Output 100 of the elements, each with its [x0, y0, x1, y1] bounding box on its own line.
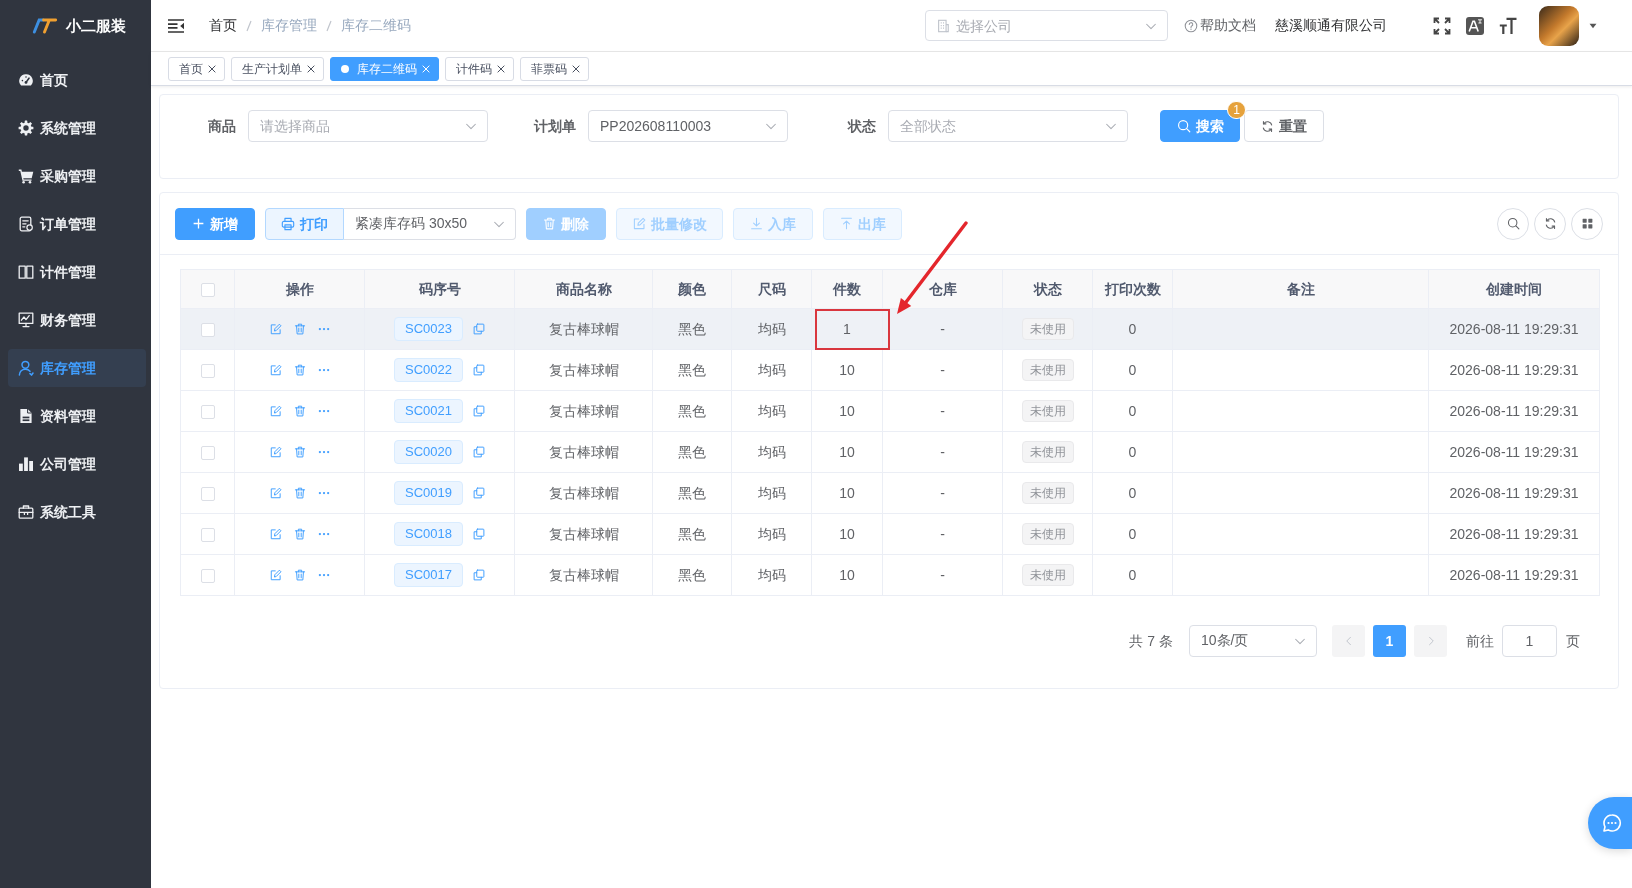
file-icon	[18, 408, 34, 424]
column-header: 商品名称	[555, 280, 612, 297]
table-row[interactable]: SC0020 复古棒球帽 黑色 均码 10 - 未使用 0 2026-08-11 19:29:31	[180, 431, 1600, 473]
building-icon	[936, 18, 950, 33]
caret-down-icon[interactable]	[1588, 22, 1598, 29]
status-tag: 未使用	[1021, 523, 1074, 545]
edit-icon[interactable]	[269, 446, 282, 458]
trash-icon[interactable]	[293, 569, 306, 581]
close-icon[interactable]	[571, 63, 581, 74]
translate-icon[interactable]	[1466, 16, 1484, 35]
edit-icon[interactable]	[269, 364, 282, 376]
code-tag: SC0021	[394, 399, 463, 423]
close-icon[interactable]	[207, 63, 217, 74]
sidebar-item[interactable]: 公司管理	[8, 445, 146, 483]
fullscreen-icon[interactable]	[1433, 16, 1451, 35]
edit-icon[interactable]	[269, 528, 282, 540]
table-cell: 复古棒球帽	[514, 513, 653, 555]
row-checkbox[interactable]	[200, 445, 215, 460]
column-header: 创建时间	[1486, 280, 1542, 297]
column-header: 状态	[1033, 280, 1062, 297]
sidebar-item[interactable]: 计件管理	[8, 253, 146, 291]
code-tag: SC0018	[394, 522, 463, 546]
copy-icon[interactable]	[473, 405, 485, 417]
trash-icon[interactable]	[293, 446, 306, 458]
trash-icon	[543, 217, 556, 230]
breadcrumb-link[interactable]: 首页	[209, 15, 237, 36]
page-size-select[interactable]: 10条/页	[1189, 625, 1317, 657]
trash-icon[interactable]	[293, 364, 306, 376]
table-row[interactable]: SC0023 复古棒球帽 黑色 均码 1 - 未使用 0 2026-08-11 19:29:31	[180, 308, 1600, 350]
edit-icon[interactable]	[269, 569, 282, 581]
table-cell: 0	[1092, 308, 1173, 350]
table-search-button[interactable]	[1497, 207, 1529, 240]
table-cell: 1	[811, 308, 883, 350]
gauge-icon	[18, 72, 34, 88]
table-cell: 10	[811, 513, 883, 555]
table-refresh-button[interactable]	[1534, 207, 1566, 240]
column-header: 码序号	[418, 280, 461, 297]
copy-icon[interactable]	[473, 446, 485, 458]
table-row[interactable]: SC0022 复古棒球帽 黑色 均码 10 - 未使用 0 2026-08-11 19:29:31	[180, 349, 1600, 391]
copy-icon[interactable]	[473, 569, 485, 581]
download-icon	[750, 217, 763, 230]
template-select[interactable]: 紧凑库存码 30x50	[344, 207, 516, 240]
document-icon	[18, 216, 34, 232]
edit-icon[interactable]	[269, 487, 282, 499]
sidebar-item[interactable]: 系统工具	[8, 493, 146, 531]
sidebar-item[interactable]: 财务管理	[8, 301, 146, 339]
row-checkbox[interactable]	[200, 404, 215, 419]
breadcrumb-item: 库存管理	[261, 16, 317, 35]
column-layout-button[interactable]	[1571, 207, 1603, 240]
close-icon[interactable]	[306, 63, 316, 74]
page-input[interactable]: 1	[1502, 625, 1557, 657]
select-field[interactable]: 全部状态	[888, 110, 1128, 142]
row-checkbox[interactable]	[200, 568, 215, 583]
table-row[interactable]: SC0019 复古棒球帽 黑色 均码 10 - 未使用 0 2026-08-11 19:29:31	[180, 472, 1600, 514]
trash-icon[interactable]	[293, 323, 306, 335]
table-row[interactable]: SC0018 复古棒球帽 黑色 均码 10 - 未使用 0 2026-08-11 19:29:31	[180, 513, 1600, 555]
trash-icon[interactable]	[293, 405, 306, 417]
status-tag: 未使用	[1021, 400, 1074, 422]
reset-button[interactable]: 重置	[1244, 110, 1324, 142]
select-all-checkbox[interactable]	[200, 282, 215, 297]
sidebar-item[interactable]: 采购管理	[8, 157, 146, 195]
trash-icon[interactable]	[293, 528, 306, 540]
font-size-icon[interactable]	[1499, 16, 1517, 35]
page-tab[interactable]: 生产计划单	[231, 56, 324, 81]
company-select[interactable]: 选择公司	[925, 10, 1168, 41]
sidebar-item[interactable]: 订单管理	[8, 205, 146, 243]
menu-icon[interactable]	[167, 17, 185, 34]
edit-icon[interactable]	[269, 323, 282, 335]
table-cell: 2026-08-11 19:29:31	[1428, 308, 1600, 350]
chat-button[interactable]	[1588, 797, 1632, 849]
row-checkbox[interactable]	[200, 527, 215, 542]
page-tab[interactable]: 计件码	[445, 56, 514, 81]
copy-icon[interactable]	[473, 487, 485, 499]
table-row[interactable]: SC0017 复古棒球帽 黑色 均码 10 - 未使用 0 2026-08-11 19:29:31	[180, 554, 1600, 596]
grid-icon	[1580, 217, 1594, 230]
help-link[interactable]: 帮助文档	[1184, 15, 1256, 36]
sidebar-item[interactable]: 首页	[8, 61, 146, 99]
table-cell: 2026-08-11 19:29:31	[1428, 554, 1600, 596]
close-icon[interactable]	[496, 63, 506, 74]
copy-icon[interactable]	[473, 323, 485, 335]
company-name: 慈溪顺通有限公司	[1275, 16, 1387, 35]
row-checkbox[interactable]	[200, 322, 215, 337]
select-field[interactable]: 请选择商品	[248, 110, 488, 142]
row-checkbox[interactable]	[200, 486, 215, 501]
row-checkbox[interactable]	[200, 363, 215, 378]
table-row[interactable]: SC0021 复古棒球帽 黑色 均码 10 - 未使用 0 2026-08-11 19:29:31	[180, 390, 1600, 432]
page-tab[interactable]: 首页	[168, 56, 225, 81]
copy-icon[interactable]	[473, 528, 485, 540]
field-label: 状态	[848, 116, 876, 136]
trash-icon[interactable]	[293, 487, 306, 499]
avatar-placeholder[interactable]	[1539, 5, 1579, 46]
search-icon	[1176, 119, 1191, 133]
copy-icon[interactable]	[473, 364, 485, 376]
edit-icon[interactable]	[269, 405, 282, 417]
book-icon	[18, 264, 34, 280]
sidebar-item[interactable]: 系统管理	[8, 109, 146, 147]
sidebar-item[interactable]: 资料管理	[8, 397, 146, 435]
sidebar-item[interactable]: 库存管理	[8, 349, 146, 387]
select-field[interactable]: PP202608110003	[588, 110, 788, 142]
page-tab[interactable]: 菲票码	[520, 56, 589, 81]
